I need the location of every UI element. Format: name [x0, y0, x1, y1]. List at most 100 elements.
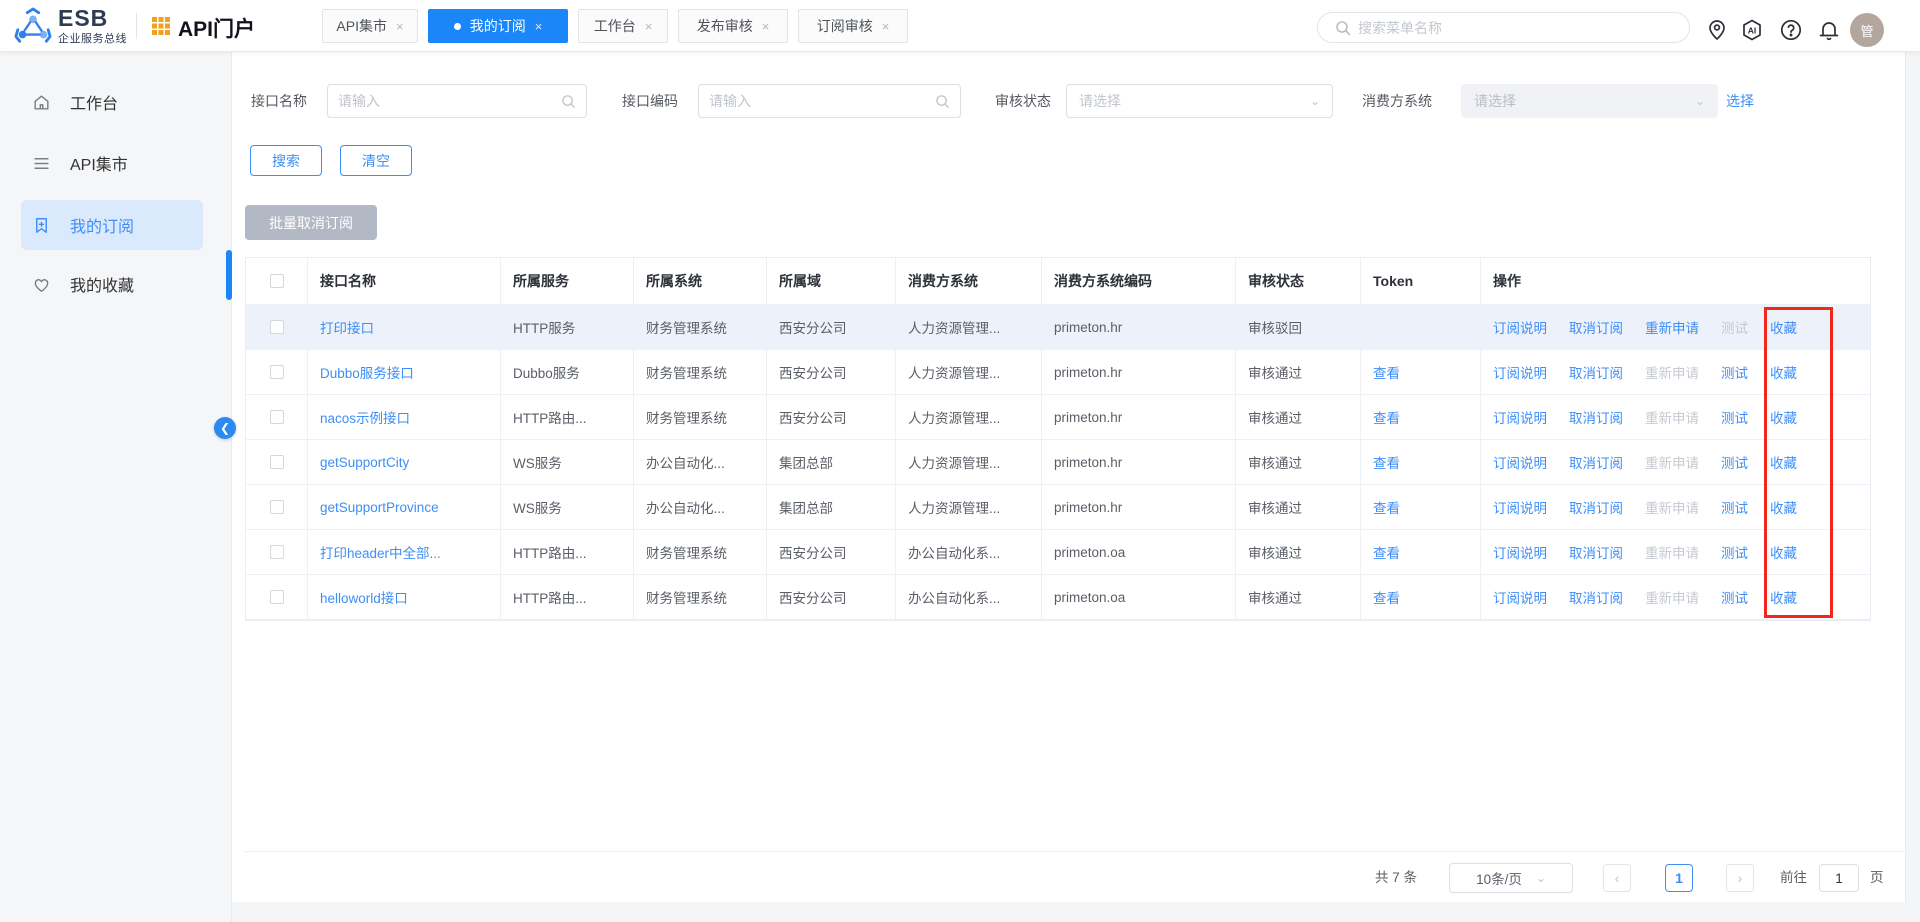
- cell-service: HTTP路由...: [501, 575, 634, 620]
- interface-name-link[interactable]: 打印header中全部...: [320, 542, 441, 562]
- tab-close-icon[interactable]: ×: [396, 19, 404, 34]
- test-link[interactable]: 测试: [1721, 452, 1748, 472]
- tab-close-icon[interactable]: ×: [535, 19, 543, 34]
- sidebar-collapse-button[interactable]: ❮: [214, 417, 236, 439]
- interface-name-input[interactable]: [338, 93, 561, 109]
- favorite-link[interactable]: 收藏: [1770, 407, 1797, 427]
- token-view-link[interactable]: 查看: [1373, 497, 1400, 517]
- row-checkbox[interactable]: [270, 590, 284, 604]
- tab-api-market[interactable]: API集市 ×: [322, 9, 418, 43]
- prev-page-button[interactable]: ‹: [1603, 864, 1631, 892]
- pagination-divider: [245, 851, 1906, 852]
- row-checkbox[interactable]: [270, 545, 284, 559]
- pagination-total: 共 7 条: [1375, 863, 1417, 893]
- unsubscribe-link[interactable]: 取消订阅: [1569, 452, 1623, 472]
- test-link[interactable]: 测试: [1721, 587, 1748, 607]
- portal-grid-icon: [152, 17, 170, 35]
- row-checkbox[interactable]: [270, 365, 284, 379]
- sidebar-item-label: 我的收藏: [70, 272, 134, 296]
- token-view-link[interactable]: 查看: [1373, 587, 1400, 607]
- subscription-note-link[interactable]: 订阅说明: [1493, 452, 1547, 472]
- unsubscribe-link[interactable]: 取消订阅: [1569, 317, 1623, 337]
- row-checkbox[interactable]: [270, 410, 284, 424]
- interface-name-link[interactable]: helloworld接口: [320, 587, 408, 607]
- consumer-system-select[interactable]: 请选择 ⌄: [1461, 84, 1718, 118]
- tab-close-icon[interactable]: ×: [645, 19, 653, 34]
- subscription-note-link[interactable]: 订阅说明: [1493, 497, 1547, 517]
- subscription-note-link[interactable]: 订阅说明: [1493, 407, 1547, 427]
- search-button[interactable]: 搜索: [250, 145, 322, 176]
- interface-code-input[interactable]: [709, 93, 935, 109]
- sidebar-item-label: 工作台: [70, 90, 118, 114]
- location-pin-icon[interactable]: [1705, 18, 1729, 42]
- subscription-note-link[interactable]: 订阅说明: [1493, 542, 1547, 562]
- unsubscribe-link[interactable]: 取消订阅: [1569, 497, 1623, 517]
- subscription-note-link[interactable]: 订阅说明: [1493, 362, 1547, 382]
- favorite-link[interactable]: 收藏: [1770, 542, 1797, 562]
- unsubscribe-link[interactable]: 取消订阅: [1569, 542, 1623, 562]
- audit-status-select[interactable]: 请选择 ⌄: [1066, 84, 1333, 118]
- favorite-link[interactable]: 收藏: [1770, 317, 1797, 337]
- tab-my-subscriptions[interactable]: 我的订阅 ×: [428, 9, 568, 43]
- favorite-link[interactable]: 收藏: [1770, 362, 1797, 382]
- unsubscribe-link[interactable]: 取消订阅: [1569, 587, 1623, 607]
- cell-domain: 集团总部: [767, 485, 896, 530]
- user-avatar[interactable]: 管: [1850, 13, 1884, 47]
- cell-service: HTTP路由...: [501, 395, 634, 440]
- interface-name-field[interactable]: [327, 84, 587, 118]
- interface-name-link[interactable]: 打印接口: [320, 317, 374, 337]
- test-link[interactable]: 测试: [1721, 497, 1748, 517]
- ai-assistant-icon[interactable]: AI: [1740, 18, 1764, 42]
- active-item-indicator: [226, 250, 232, 300]
- favorite-link[interactable]: 收藏: [1770, 587, 1797, 607]
- sidebar-item-api-market[interactable]: API集市: [21, 143, 203, 183]
- interface-name-link[interactable]: Dubbo服务接口: [320, 362, 414, 382]
- token-view-link[interactable]: 查看: [1373, 362, 1400, 382]
- consumer-select-link[interactable]: 选择: [1726, 84, 1754, 118]
- token-view-link[interactable]: 查看: [1373, 542, 1400, 562]
- token-view-link[interactable]: 查看: [1373, 407, 1400, 427]
- interface-name-link[interactable]: nacos示例接口: [320, 407, 410, 427]
- row-checkbox[interactable]: [270, 500, 284, 514]
- test-link[interactable]: 测试: [1721, 407, 1748, 427]
- row-checkbox[interactable]: [270, 320, 284, 334]
- cell-domain: 西安分公司: [767, 530, 896, 575]
- favorite-link[interactable]: 收藏: [1770, 452, 1797, 472]
- token-view-link[interactable]: 查看: [1373, 452, 1400, 472]
- tab-publish-review[interactable]: 发布审核 ×: [678, 9, 788, 43]
- interface-code-field[interactable]: [698, 84, 961, 118]
- cell-system: 财务管理系统: [634, 575, 767, 620]
- subscription-note-link[interactable]: 订阅说明: [1493, 587, 1547, 607]
- sidebar-item-workbench[interactable]: 工作台: [21, 82, 203, 122]
- tab-close-icon[interactable]: ×: [762, 19, 770, 34]
- clear-button[interactable]: 清空: [340, 145, 412, 176]
- menu-search-input[interactable]: [1358, 20, 1658, 36]
- goto-page-input[interactable]: [1819, 864, 1859, 892]
- test-link[interactable]: 测试: [1721, 362, 1748, 382]
- col-system: 所属系统: [634, 258, 767, 305]
- reapply-link[interactable]: 重新申请: [1645, 317, 1699, 337]
- favorite-link[interactable]: 收藏: [1770, 497, 1797, 517]
- cell-system: 办公自动化...: [634, 440, 767, 485]
- next-page-button[interactable]: ›: [1726, 864, 1754, 892]
- row-checkbox[interactable]: [270, 455, 284, 469]
- tab-subscribe-review[interactable]: 订阅审核 ×: [798, 9, 908, 43]
- test-link[interactable]: 测试: [1721, 542, 1748, 562]
- cell-domain: 西安分公司: [767, 305, 896, 350]
- select-all-checkbox[interactable]: [270, 274, 284, 288]
- subscription-note-link[interactable]: 订阅说明: [1493, 317, 1547, 337]
- help-icon[interactable]: [1779, 18, 1803, 42]
- page-size-select[interactable]: 10条/页 ⌄: [1449, 863, 1573, 893]
- interface-name-link[interactable]: getSupportProvince: [320, 500, 439, 515]
- interface-name-link[interactable]: getSupportCity: [320, 455, 409, 470]
- notifications-bell-icon[interactable]: [1817, 18, 1841, 42]
- unsubscribe-link[interactable]: 取消订阅: [1569, 407, 1623, 427]
- unsubscribe-link[interactable]: 取消订阅: [1569, 362, 1623, 382]
- tab-close-icon[interactable]: ×: [882, 19, 890, 34]
- sidebar-item-my-favorites[interactable]: 我的收藏: [21, 264, 203, 304]
- sidebar-item-my-subscriptions[interactable]: 我的订阅: [21, 200, 203, 250]
- menu-search-box[interactable]: [1317, 12, 1690, 43]
- tab-workbench[interactable]: 工作台 ×: [578, 9, 668, 43]
- page-1-button[interactable]: 1: [1665, 864, 1693, 892]
- cell-audit-status: 审核通过: [1236, 395, 1361, 440]
